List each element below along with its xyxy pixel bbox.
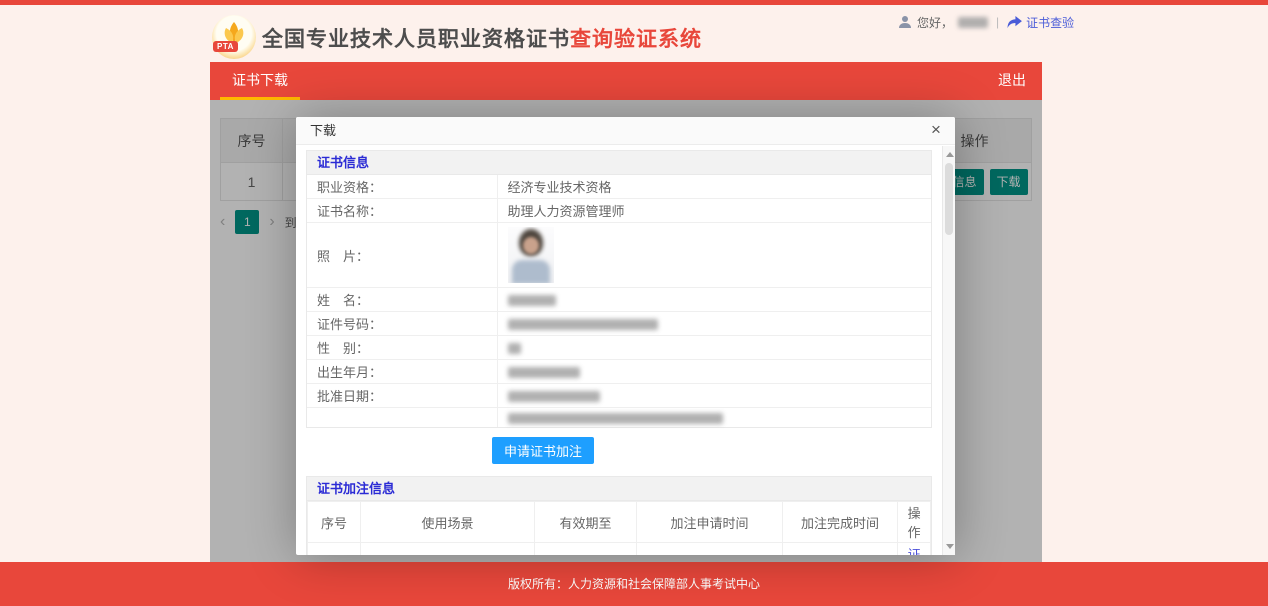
field-row-photo: 照 片： xyxy=(307,223,931,288)
apply-annotation-button[interactable]: 申请证书加注 xyxy=(492,437,594,464)
field-label: 姓 名： xyxy=(307,288,497,312)
annotation-table: 序号 使用场景 有效期至 加注申请时间 加注完成时间 操作 1 本人调用 202… xyxy=(307,501,931,555)
field-row-birth-date: 出生年月： xyxy=(307,360,931,384)
cert-verify-link-label: 证书查验 xyxy=(1026,14,1074,31)
field-value: 助理人力资源管理师 xyxy=(497,199,931,223)
field-value xyxy=(497,312,931,336)
annotation-header-row: 序号 使用场景 有效期至 加注申请时间 加注完成时间 操作 xyxy=(308,502,931,543)
field-row-gender: 性 别： xyxy=(307,336,931,360)
page-title-main: 全国专业技术人员职业资格证书 xyxy=(262,28,570,51)
redacted-name xyxy=(508,295,556,306)
modal-title: 下载 xyxy=(296,117,955,145)
field-label: 出生年月： xyxy=(307,360,497,384)
cert-info-table: 职业资格： 经济专业技术资格 证书名称： 助理人力资源管理师 照 片： xyxy=(307,175,931,427)
field-value xyxy=(497,384,931,408)
certificate-photo xyxy=(508,227,554,283)
field-row-note xyxy=(307,408,931,428)
share-arrow-icon xyxy=(1007,16,1022,29)
greeting-text: 您好， xyxy=(917,14,953,31)
field-label: 证件号码： xyxy=(307,312,497,336)
field-label: 批准日期： xyxy=(307,384,497,408)
field-value: 经济专业技术资格 xyxy=(497,175,931,199)
download-modal: 下载 × 证书信息 职业资格： 经济专业技术资格 证书名称： 助理人力资源管理师… xyxy=(296,117,955,555)
col-header-seq: 序号 xyxy=(308,502,361,543)
col-header-scene: 使用场景 xyxy=(361,502,535,543)
field-label xyxy=(307,408,497,428)
cell-seq: 1 xyxy=(308,543,361,556)
page-title-accent: 查询验证系统 xyxy=(570,28,702,51)
field-value xyxy=(497,360,931,384)
annotation-heading: 证书加注信息 xyxy=(307,477,931,501)
cert-info-section: 证书信息 职业资格： 经济专业技术资格 证书名称： 助理人力资源管理师 照 片： xyxy=(306,150,932,428)
field-value xyxy=(497,336,931,360)
modal-titlebar: 下载 × xyxy=(296,117,955,145)
cell-scene: 本人调用 xyxy=(361,543,535,556)
cert-verify-link[interactable]: 证书查验 xyxy=(1007,14,1074,31)
field-value xyxy=(497,408,931,428)
col-header-complete-time: 加注完成时间 xyxy=(782,502,897,543)
redacted-gender xyxy=(508,343,521,354)
main-nav: 证书下载 退出 xyxy=(210,62,1042,100)
logo-badge: PTA xyxy=(213,41,238,52)
close-icon[interactable]: × xyxy=(925,117,947,145)
field-value xyxy=(497,288,931,312)
field-row-name: 姓 名： xyxy=(307,288,931,312)
field-row-qualification: 职业资格： 经济专业技术资格 xyxy=(307,175,931,199)
cell-complete-time xyxy=(782,543,897,556)
redacted-id-number xyxy=(508,319,658,330)
cell-apply-time: 2021-12-16 10:53:02 xyxy=(637,543,783,556)
page-title: 全国专业技术人员职业资格证书查询验证系统 xyxy=(262,23,702,53)
scroll-down-icon[interactable] xyxy=(946,544,954,549)
tab-cert-download[interactable]: 证书下载 xyxy=(212,62,308,100)
user-bar: 您好， | 证书查验 xyxy=(898,13,1074,31)
field-row-cert-name: 证书名称： 助理人力资源管理师 xyxy=(307,199,931,223)
copyright-text: 版权所有：人力资源和社会保障部人事考试中心 xyxy=(508,577,760,591)
field-value xyxy=(497,223,931,288)
redacted-note xyxy=(508,413,723,424)
col-header-action: 操作 xyxy=(898,502,931,543)
tab-cert-download-label: 证书下载 xyxy=(232,72,288,88)
col-header-valid-until: 有效期至 xyxy=(534,502,636,543)
username-redacted xyxy=(958,17,988,28)
page-footer: 版权所有：人力资源和社会保障部人事考试中心 xyxy=(0,562,1268,606)
divider: | xyxy=(996,15,999,29)
logout-button[interactable]: 退出 xyxy=(982,62,1042,100)
logo-flame-icon xyxy=(212,15,256,59)
user-icon xyxy=(898,15,912,29)
field-label: 照 片： xyxy=(307,223,497,288)
modal-body: 证书信息 职业资格： 经济专业技术资格 证书名称： 助理人力资源管理师 照 片： xyxy=(296,146,942,555)
field-label: 职业资格： xyxy=(307,175,497,199)
field-row-id-number: 证件号码： xyxy=(307,312,931,336)
field-row-approval-date: 批准日期： xyxy=(307,384,931,408)
redacted-approval-date xyxy=(508,391,600,402)
photo-shoulders xyxy=(512,260,550,283)
field-label: 性 别： xyxy=(307,336,497,360)
modal-scrollbar xyxy=(942,146,955,555)
annotation-section: 证书加注信息 序号 使用场景 有效期至 加注申请时间 加注完成时间 操作 1 本… xyxy=(306,476,932,555)
cert-info-heading: 证书信息 xyxy=(307,151,931,175)
top-red-strip xyxy=(0,0,1268,5)
redacted-birth-date xyxy=(508,367,580,378)
scroll-up-icon[interactable] xyxy=(946,152,954,157)
annotation-row: 1 本人调用 2022-03-16 2021-12-16 10:53:02 证书… xyxy=(308,543,931,556)
cell-valid-until: 2022-03-16 xyxy=(534,543,636,556)
col-header-apply-time: 加注申请时间 xyxy=(637,502,783,543)
photo-face xyxy=(523,237,539,254)
pta-logo: PTA xyxy=(212,15,256,59)
cert-generating-link[interactable]: 证书生成中... xyxy=(902,547,926,555)
field-label: 证书名称： xyxy=(307,199,497,223)
page-root: PTA 全国专业技术人员职业资格证书查询验证系统 您好， | 证书查验 证书下载… xyxy=(0,0,1268,606)
scrollbar-thumb[interactable] xyxy=(945,163,953,235)
